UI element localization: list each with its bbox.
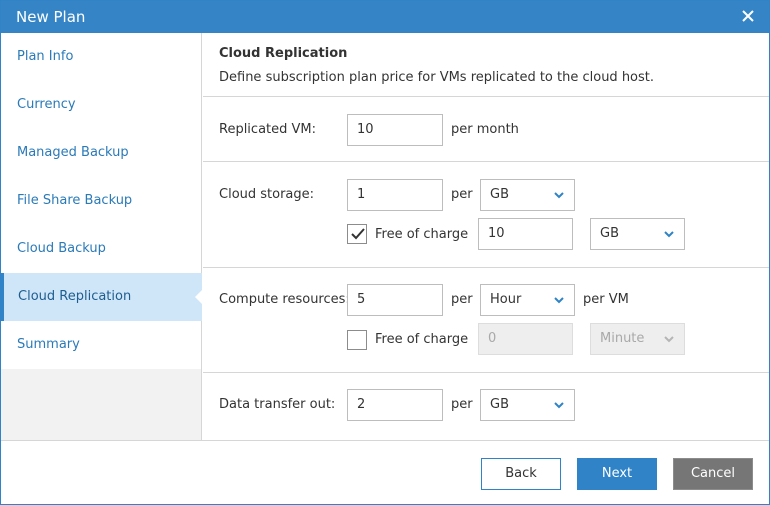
step-cloud-replication[interactable]: Cloud Replication [1,273,203,321]
cloud-storage-free-unit-select[interactable]: GB [590,218,685,250]
step-header: Cloud Replication Define subscription pl… [203,33,769,97]
new-plan-dialog: New Plan Plan Info Currency Managed Back… [0,0,770,505]
select-value: GB [490,187,509,202]
replicated-vm-label: Replicated VM: [219,122,317,137]
compute-free-label: Free of charge [375,332,469,347]
cloud-storage-per-label: per [451,187,473,202]
select-value: GB [600,226,619,241]
step-label: Currency [17,97,76,112]
select-value: GB [490,397,509,412]
step-label: Cloud Replication [18,289,132,304]
title-bar: New Plan [1,1,769,33]
step-content: Cloud Replication Define subscription pl… [203,33,769,440]
step-currency[interactable]: Currency [1,81,202,129]
chevron-down-icon [553,294,565,306]
cloud-storage-free-amount-input[interactable]: 10 [478,218,573,250]
compute-suffix: per VM [583,292,629,307]
cloud-storage-free-checkbox[interactable] [347,224,367,244]
wizard-steps-sidebar: Plan Info Currency Managed Backup File S… [1,33,203,369]
data-transfer-label: Data transfer out: [219,397,336,412]
select-value: Minute [600,331,645,346]
chevron-down-icon [553,189,565,201]
chevron-down-icon [663,333,675,345]
compute-free-unit-select[interactable]: Minute [590,323,685,355]
data-transfer-per-label: per [451,397,473,412]
divider [203,267,769,268]
step-file-share-backup[interactable]: File Share Backup [1,177,202,225]
chevron-down-icon [663,228,675,240]
cloud-storage-free-label: Free of charge [375,227,469,242]
page-title: Cloud Replication [219,46,348,61]
compute-per-label: per [451,292,473,307]
data-transfer-price-input[interactable]: 2 [347,389,443,421]
compute-unit-select[interactable]: Hour [480,284,575,316]
close-icon[interactable] [737,5,759,27]
step-label: File Share Backup [17,193,133,208]
divider [203,372,769,373]
divider [203,161,769,162]
next-button[interactable]: Next [577,458,657,490]
step-cloud-backup[interactable]: Cloud Backup [1,225,202,273]
step-label: Cloud Backup [17,241,106,256]
step-plan-info[interactable]: Plan Info [1,33,202,81]
compute-resources-label: Compute resources: [219,292,350,307]
cloud-storage-price-input[interactable]: 1 [347,179,443,211]
page-description: Define subscription plan price for VMs r… [219,70,655,85]
checkmark-icon [351,228,365,240]
step-managed-backup[interactable]: Managed Backup [1,129,202,177]
compute-price-input[interactable]: 5 [347,284,443,316]
replicated-vm-price-input[interactable]: 10 [347,114,443,146]
sidebar-filler [1,369,202,440]
cancel-button[interactable]: Cancel [673,458,753,490]
back-button[interactable]: Back [481,458,561,490]
step-label: Plan Info [17,49,74,64]
step-label: Managed Backup [17,145,129,160]
replicated-vm-suffix: per month [451,122,519,137]
data-transfer-unit-select[interactable]: GB [480,389,575,421]
cloud-storage-unit-select[interactable]: GB [480,179,575,211]
chevron-down-icon [553,399,565,411]
compute-free-checkbox[interactable] [347,330,367,350]
compute-free-amount-input[interactable]: 0 [478,323,573,355]
dialog-footer: Back Next Cancel [1,440,769,504]
window-title: New Plan [16,8,86,26]
step-label: Summary [17,337,80,352]
select-value: Hour [490,292,522,307]
cloud-storage-label: Cloud storage: [219,187,315,202]
step-summary[interactable]: Summary [1,321,202,369]
